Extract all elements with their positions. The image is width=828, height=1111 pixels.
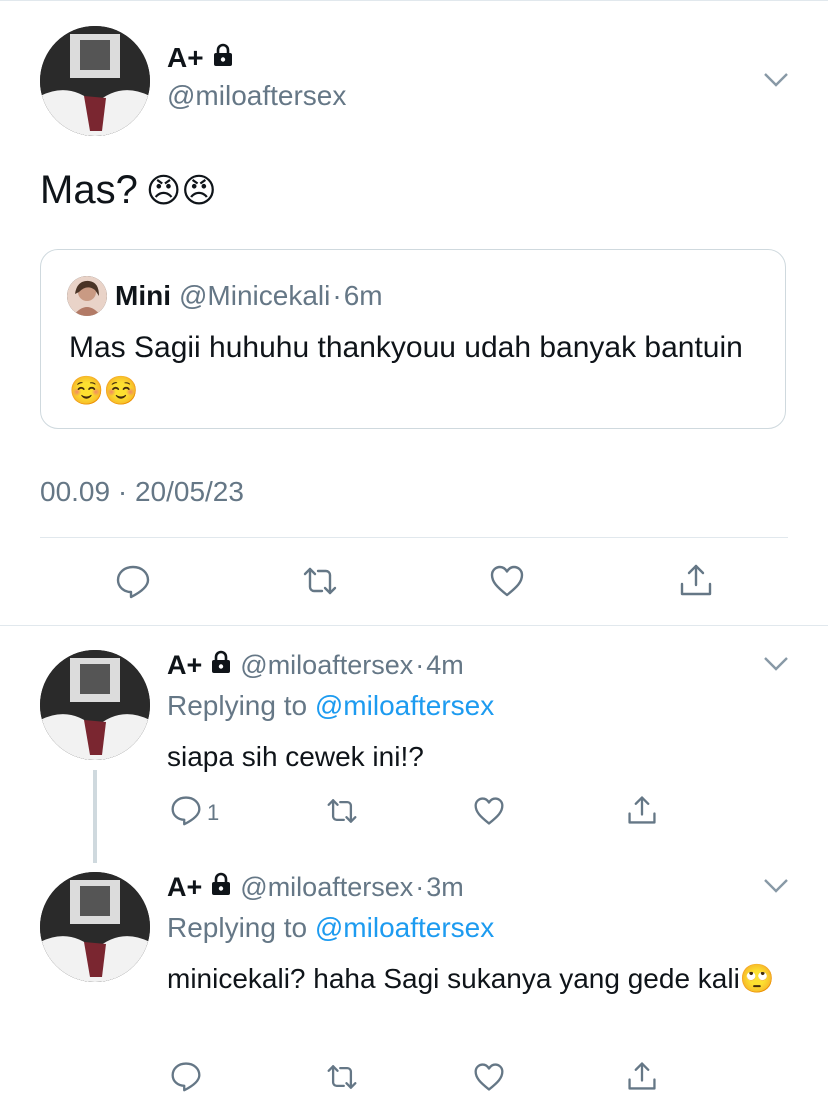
- quote-emojis: ☺️☺️: [69, 375, 139, 406]
- retweet-icon[interactable]: [326, 1061, 358, 1093]
- reply-icon[interactable]: [115, 563, 151, 599]
- thread-connector: [93, 770, 97, 863]
- share-icon[interactable]: [626, 1060, 658, 1092]
- reply-text: siapa sih cewek ini!?: [167, 741, 424, 772]
- section-divider: [0, 625, 828, 626]
- author-name: A+: [167, 650, 203, 680]
- meta-separator: ·: [415, 650, 425, 680]
- quote-author-handle: @Minicekali: [179, 280, 331, 311]
- reply-emoji: 🙄: [739, 963, 775, 994]
- chevron-down-icon[interactable]: [763, 878, 789, 894]
- like-icon[interactable]: [489, 563, 525, 599]
- reply-icon[interactable]: [170, 794, 202, 826]
- author-name-row: A+: [167, 42, 234, 74]
- retweet-icon[interactable]: [326, 795, 358, 827]
- tweet-timestamp: 00.09 · 20/05/23: [40, 476, 244, 507]
- reply-icon[interactable]: [170, 1060, 202, 1092]
- avatar[interactable]: [40, 650, 150, 760]
- lock-icon: [210, 872, 232, 903]
- chevron-down-icon[interactable]: [763, 656, 789, 672]
- quote-header: Mini @Minicekali · 6m: [67, 276, 383, 316]
- retweet-icon[interactable]: [302, 563, 338, 599]
- like-icon[interactable]: [473, 795, 505, 827]
- author-handle: @miloaftersex: [240, 650, 414, 680]
- author-handle: @miloaftersex: [167, 80, 347, 111]
- share-icon[interactable]: [626, 794, 658, 826]
- tweet-text: Mas?: [40, 168, 138, 212]
- replying-to-link[interactable]: @miloaftersex: [315, 690, 494, 721]
- lock-icon: [210, 650, 232, 681]
- like-icon[interactable]: [473, 1061, 505, 1093]
- meta-separator: ·: [415, 872, 425, 902]
- quote-avatar: [67, 276, 107, 316]
- lock-icon: [212, 42, 234, 74]
- reply-age: 3m: [426, 872, 464, 902]
- share-icon[interactable]: [678, 562, 714, 598]
- author-name: A+: [167, 42, 204, 73]
- avatar[interactable]: [40, 872, 150, 982]
- reply-text-block: minicekali? haha Sagi sukanya yang gede …: [167, 958, 787, 1000]
- replying-to: Replying to @miloaftersex: [167, 912, 494, 944]
- replying-to-link[interactable]: @miloaftersex: [315, 912, 494, 943]
- avatar[interactable]: [40, 26, 150, 136]
- divider: [40, 537, 788, 538]
- author-handle: @miloaftersex: [240, 872, 414, 902]
- author-name: A+: [167, 872, 203, 902]
- reply-text: minicekali? haha Sagi sukanya yang gede …: [167, 963, 740, 994]
- tweet-emojis: 😠😠: [145, 171, 217, 210]
- replying-prefix: Replying to: [167, 690, 308, 721]
- reply-count: 1: [207, 800, 220, 825]
- quote-text: Mas Sagii huhuhu thankyouu udah banyak b…: [69, 331, 743, 364]
- replying-prefix: Replying to: [167, 912, 308, 943]
- reply-age: 4m: [426, 650, 464, 680]
- replying-to: Replying to @miloaftersex: [167, 690, 494, 722]
- quote-author-name: Mini: [115, 280, 171, 311]
- quote-age: 6m: [343, 280, 383, 311]
- quote-text-block: Mas Sagii huhuhu thankyouu udah banyak b…: [69, 326, 749, 412]
- top-divider: [0, 0, 828, 1]
- reply-header: A+ @miloaftersex · 3m: [167, 872, 464, 903]
- reply-header: A+ @miloaftersex · 4m: [167, 650, 464, 681]
- tweet-text-row: Mas? 😠😠: [40, 168, 217, 213]
- meta-separator: ·: [332, 280, 342, 311]
- chevron-down-icon[interactable]: [763, 72, 789, 88]
- quoted-tweet[interactable]: Mini @Minicekali · 6m Mas Sagii huhuhu t…: [40, 249, 786, 429]
